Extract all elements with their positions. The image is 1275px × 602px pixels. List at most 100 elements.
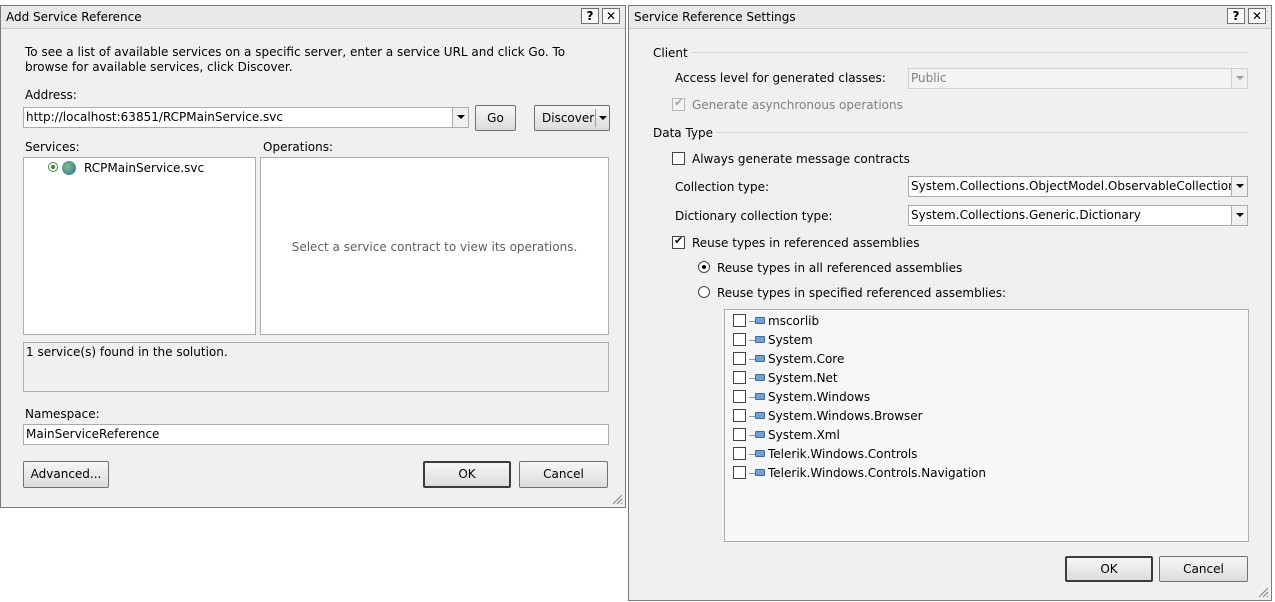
resize-grip-icon[interactable]	[611, 493, 623, 505]
address-value: http://localhost:63851/RCPMainService.sv…	[26, 110, 284, 124]
operations-panel: Select a service contract to view its op…	[260, 157, 609, 335]
close-button[interactable]: ✕	[1248, 8, 1266, 24]
namespace-value: MainServiceReference	[26, 427, 160, 441]
assembly-checkbox[interactable]	[733, 314, 746, 327]
reuse-specified-label: Reuse types in specified referenced asse…	[717, 286, 1007, 300]
chevron-down-icon	[1236, 184, 1244, 188]
dialog-title: Service Reference Settings	[634, 10, 796, 24]
assembly-label: System.Net	[768, 371, 838, 385]
services-label: Services:	[25, 140, 80, 154]
generate-async-label: Generate asynchronous operations	[692, 98, 903, 112]
assembly-icon	[755, 317, 765, 324]
assembly-icon	[755, 431, 765, 438]
status-panel: 1 service(s) found in the solution.	[23, 342, 609, 392]
access-level-select[interactable]: Public	[908, 68, 1248, 89]
client-separator	[692, 52, 1249, 53]
reuse-all-label: Reuse types in all referenced assemblies	[717, 261, 963, 275]
access-level-dropdown-button[interactable]	[1231, 69, 1247, 88]
title-bar: Service Reference Settings ? ✕	[629, 6, 1271, 29]
advanced-button[interactable]: Advanced...	[23, 461, 109, 488]
discover-split-divider	[595, 109, 596, 127]
assembly-icon	[755, 336, 765, 343]
reuse-all-radio[interactable]	[698, 261, 710, 273]
always-message-contracts-checkbox[interactable]	[672, 152, 685, 165]
assembly-checkbox[interactable]	[733, 466, 746, 479]
ok-button[interactable]: OK	[1065, 556, 1153, 582]
assembly-item[interactable]: System	[725, 331, 1225, 349]
discover-button[interactable]: Discover	[534, 105, 610, 131]
assembly-item[interactable]: System.Net	[725, 369, 1225, 387]
assembly-label: Telerik.Windows.Controls	[768, 447, 918, 461]
help-button[interactable]: ?	[581, 8, 599, 24]
access-level-value: Public	[911, 71, 947, 85]
assembly-icon	[755, 450, 765, 457]
chevron-down-icon	[599, 116, 607, 120]
assembly-checkbox[interactable]	[733, 447, 746, 460]
globe-service-icon	[62, 161, 76, 175]
assembly-label: Telerik.Windows.Controls.Navigation	[768, 466, 986, 480]
operations-label: Operations:	[263, 140, 334, 154]
chevron-down-icon	[1236, 213, 1244, 217]
assembly-label: mscorlib	[768, 314, 820, 328]
collection-type-dropdown-button[interactable]	[1231, 177, 1247, 196]
generate-async-checkbox[interactable]	[672, 96, 685, 111]
assembly-checkbox[interactable]	[733, 428, 746, 441]
assembly-checkbox[interactable]	[733, 352, 746, 365]
expand-icon[interactable]	[48, 162, 58, 172]
assembly-item[interactable]: System.Core	[725, 350, 1225, 368]
dictionary-type-dropdown-button[interactable]	[1231, 206, 1247, 225]
assembly-item[interactable]: Telerik.Windows.Controls	[725, 445, 1225, 463]
go-button[interactable]: Go	[475, 105, 516, 131]
collection-type-select[interactable]: System.Collections.ObjectModel.Observabl…	[908, 176, 1248, 197]
instructions-text: To see a list of available services on a…	[25, 45, 566, 74]
address-dropdown-button[interactable]	[452, 108, 468, 127]
client-group-label: Client	[653, 46, 688, 60]
access-level-label: Access level for generated classes:	[675, 71, 886, 85]
cancel-button[interactable]: Cancel	[1159, 556, 1248, 582]
assembly-item[interactable]: System.Windows.Browser	[725, 407, 1225, 425]
assembly-item[interactable]: System.Windows	[725, 388, 1225, 406]
discover-dropdown-button[interactable]	[597, 106, 609, 130]
dictionary-type-value: System.Collections.Generic.Dictionary	[911, 208, 1141, 222]
services-tree[interactable]: RCPMainService.svc	[23, 157, 256, 335]
namespace-input[interactable]: MainServiceReference	[23, 424, 609, 445]
service-item-label: RCPMainService.svc	[84, 161, 205, 175]
dictionary-type-select[interactable]: System.Collections.Generic.Dictionary	[908, 205, 1248, 226]
assembly-icon	[755, 374, 765, 381]
assembly-icon	[755, 393, 765, 400]
collection-type-value: System.Collections.ObjectModel.Observabl…	[911, 179, 1236, 193]
ok-button[interactable]: OK	[423, 461, 511, 488]
namespace-label: Namespace:	[25, 407, 100, 421]
assembly-item[interactable]: mscorlib	[725, 312, 1225, 330]
cancel-button[interactable]: Cancel	[519, 461, 608, 488]
assemblies-list[interactable]: mscorlib System System.Core System.Net Syste…	[724, 309, 1249, 542]
assembly-icon	[755, 412, 765, 419]
close-button[interactable]: ✕	[602, 8, 620, 24]
address-label: Address:	[25, 88, 77, 102]
assembly-icon	[755, 355, 765, 362]
assembly-checkbox[interactable]	[733, 371, 746, 384]
assembly-label: System.Windows.Browser	[768, 409, 923, 423]
assembly-item[interactable]: System.Xml	[725, 426, 1225, 444]
reuse-types-label: Reuse types in referenced assemblies	[692, 236, 920, 250]
title-bar: Add Service Reference ? ✕	[1, 6, 625, 29]
assembly-label: System	[768, 333, 813, 347]
collection-type-label: Collection type:	[675, 180, 770, 194]
help-button[interactable]: ?	[1227, 8, 1245, 24]
reuse-specified-radio[interactable]	[698, 286, 710, 298]
dictionary-type-label: Dictionary collection type:	[675, 209, 833, 223]
assembly-label: System.Core	[768, 352, 845, 366]
resize-grip-icon[interactable]	[1257, 586, 1269, 598]
always-message-contracts-label: Always generate message contracts	[692, 152, 910, 166]
assembly-checkbox[interactable]	[733, 409, 746, 422]
address-input[interactable]: http://localhost:63851/RCPMainService.sv…	[23, 107, 469, 128]
discover-label: Discover	[542, 111, 595, 125]
operations-placeholder: Select a service contract to view its op…	[291, 240, 578, 254]
status-text: 1 service(s) found in the solution.	[26, 345, 228, 359]
chevron-down-icon	[1236, 76, 1244, 80]
reuse-types-checkbox[interactable]	[672, 234, 685, 249]
dialog-title: Add Service Reference	[6, 10, 142, 24]
assembly-checkbox[interactable]	[733, 390, 746, 403]
assembly-item[interactable]: Telerik.Windows.Controls.Navigation	[725, 464, 1225, 482]
assembly-checkbox[interactable]	[733, 333, 746, 346]
